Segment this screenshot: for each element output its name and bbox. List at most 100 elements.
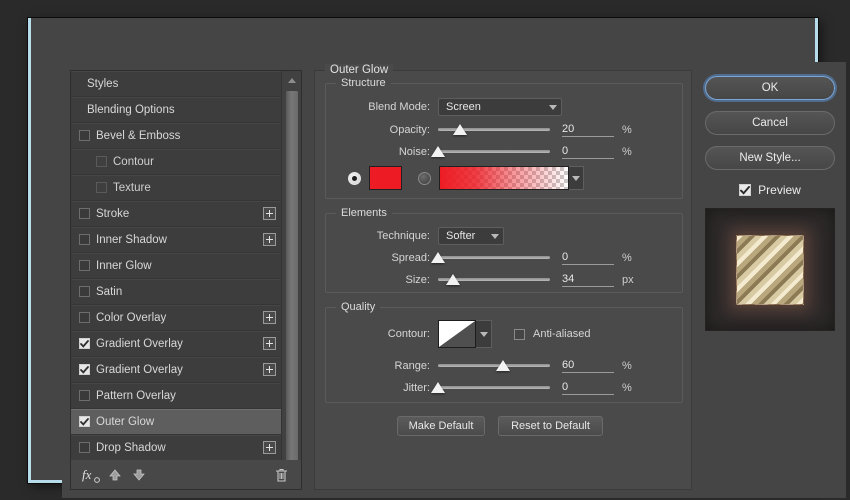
gradient-fill-radio[interactable]	[418, 171, 431, 185]
style-list-item[interactable]: Blending Options	[71, 97, 282, 123]
style-enable-checkbox[interactable]	[79, 390, 90, 401]
range-slider-knob[interactable]	[495, 360, 510, 371]
glow-gradient-swatch[interactable]	[439, 166, 569, 190]
scrollbar-thumb[interactable]	[286, 91, 298, 461]
spread-slider-knob[interactable]	[431, 252, 445, 263]
opacity-label: Opacity:	[389, 124, 430, 136]
add-effect-button[interactable]	[263, 337, 276, 350]
style-enable-checkbox[interactable]	[79, 208, 90, 219]
noise-slider-knob[interactable]	[431, 146, 445, 157]
style-list-item-label: Inner Shadow	[96, 233, 167, 246]
range-slider[interactable]	[438, 358, 550, 374]
structure-group-label: Structure	[336, 77, 391, 89]
style-enable-checkbox[interactable]	[79, 130, 90, 141]
jitter-value[interactable]: 0	[562, 381, 614, 395]
style-list-item[interactable]: Inner Glow	[71, 253, 282, 279]
anti-aliased-checkbox[interactable]	[514, 328, 525, 340]
style-list-item-label: Outer Glow	[96, 415, 155, 428]
move-up-icon[interactable]	[103, 464, 127, 486]
spread-value[interactable]: 0	[562, 251, 614, 265]
noise-value[interactable]: 0	[562, 145, 614, 159]
blend-mode-label: Blend Mode:	[368, 101, 430, 113]
trash-icon[interactable]	[269, 464, 293, 486]
preview-checkbox[interactable]	[739, 184, 752, 196]
fill-type-row	[348, 166, 584, 190]
style-enable-checkbox[interactable]	[96, 156, 107, 167]
jitter-slider[interactable]	[431, 380, 550, 396]
jitter-slider-knob[interactable]	[431, 382, 445, 393]
gradient-preset-dropdown[interactable]	[569, 166, 584, 190]
blend-mode-dropdown[interactable]: Screen	[438, 98, 562, 116]
technique-dropdown[interactable]: Softer	[438, 227, 504, 245]
opacity-slider[interactable]	[438, 122, 550, 138]
gradient-picker	[439, 166, 584, 190]
style-list-item[interactable]: Inner Shadow	[71, 227, 282, 253]
blend-mode-row: Blend Mode: Screen	[326, 98, 682, 116]
preview-toggle[interactable]: Preview	[702, 183, 838, 197]
ok-button[interactable]: OK	[705, 76, 835, 100]
action-panel: OK Cancel New Style... Preview	[702, 70, 838, 490]
add-effect-button[interactable]	[263, 311, 276, 324]
blend-mode-value: Screen	[446, 101, 481, 113]
style-list-item[interactable]: Texture	[71, 175, 282, 201]
add-effect-button[interactable]	[263, 363, 276, 376]
cancel-button[interactable]: Cancel	[705, 111, 835, 135]
style-list-item[interactable]: Satin	[71, 279, 282, 305]
jitter-row: Jitter: 0 %	[326, 380, 682, 396]
scroll-up-arrow[interactable]	[284, 73, 300, 88]
range-row: Range: 60 %	[326, 358, 682, 374]
style-enable-checkbox[interactable]	[79, 442, 90, 453]
opacity-slider-knob[interactable]	[453, 124, 468, 135]
styles-list-toolbar: fx	[70, 460, 302, 490]
glow-color-swatch[interactable]	[369, 166, 402, 190]
style-list-item[interactable]: Drop Shadow	[71, 435, 282, 461]
size-value[interactable]: 34	[562, 273, 614, 287]
add-effect-button[interactable]	[263, 441, 276, 454]
size-slider-knob[interactable]	[445, 274, 460, 285]
layer-style-dialog: Styles Blending Options Bevel & Emboss Cont…	[28, 18, 846, 498]
noise-unit: %	[622, 146, 632, 158]
style-list-item[interactable]: Color Overlay	[71, 305, 282, 331]
style-list-item[interactable]: Stroke	[71, 201, 282, 227]
style-list-item[interactable]: Outer Glow	[71, 409, 282, 435]
style-enable-checkbox[interactable]	[79, 338, 90, 349]
style-enable-checkbox[interactable]	[79, 286, 90, 297]
preview-thumbnail	[705, 208, 835, 331]
opacity-row: Opacity: 20 %	[326, 122, 682, 138]
reset-to-default-button[interactable]: Reset to Default	[498, 416, 603, 436]
new-style-button[interactable]: New Style...	[705, 146, 835, 170]
contour-preset-dropdown[interactable]	[476, 320, 492, 348]
style-list-item-label: Styles	[87, 77, 119, 90]
style-list-item[interactable]: Gradient Overlay	[71, 357, 282, 383]
style-list-item[interactable]: Bevel & Emboss	[71, 123, 282, 149]
style-list-item[interactable]: Pattern Overlay	[71, 383, 282, 409]
style-enable-checkbox[interactable]	[79, 364, 90, 375]
range-value[interactable]: 60	[562, 359, 614, 373]
style-list-item-label: Gradient Overlay	[96, 363, 183, 376]
opacity-value[interactable]: 20	[562, 123, 614, 137]
spread-slider[interactable]	[431, 250, 550, 266]
noise-slider[interactable]	[431, 144, 550, 160]
style-enable-checkbox[interactable]	[79, 416, 90, 427]
style-list-item[interactable]: Contour	[71, 149, 282, 175]
quality-group-label: Quality	[336, 301, 381, 313]
style-list-item[interactable]: Styles	[71, 71, 282, 97]
style-list-item-label: Stroke	[96, 207, 130, 220]
add-effect-button[interactable]	[263, 233, 276, 246]
style-list-item[interactable]: Gradient Overlay	[71, 331, 282, 357]
size-slider[interactable]	[438, 272, 550, 288]
fx-icon[interactable]: fx	[79, 464, 103, 486]
color-fill-radio[interactable]	[348, 171, 361, 185]
styles-list-scrollbar[interactable]	[281, 71, 301, 489]
svg-text:fx: fx	[82, 467, 92, 482]
style-enable-checkbox[interactable]	[79, 260, 90, 271]
style-enable-checkbox[interactable]	[79, 234, 90, 245]
styles-list[interactable]: Styles Blending Options Bevel & Emboss Cont…	[71, 71, 282, 489]
make-default-button[interactable]: Make Default	[397, 416, 485, 436]
add-effect-button[interactable]	[263, 207, 276, 220]
structure-group: Structure Blend Mode: Screen Opacity: 20…	[325, 77, 683, 199]
style-enable-checkbox[interactable]	[79, 312, 90, 323]
style-enable-checkbox[interactable]	[96, 182, 107, 193]
move-down-icon[interactable]	[127, 464, 151, 486]
contour-swatch[interactable]	[438, 320, 476, 348]
